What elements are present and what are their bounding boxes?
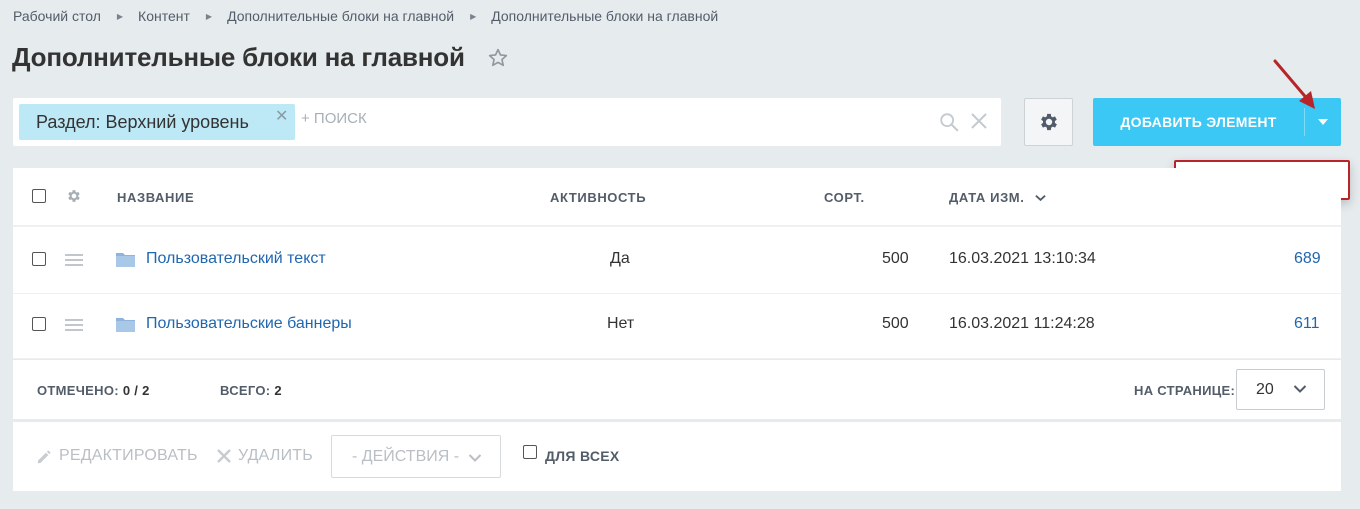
- search-input[interactable]: [301, 110, 901, 134]
- title-row: Дополнительные блоки на главной: [12, 42, 509, 73]
- chevron-down-icon: [1293, 385, 1307, 393]
- column-header-active[interactable]: АКТИВНОСТЬ: [550, 190, 646, 205]
- row-checkbox[interactable]: [32, 252, 46, 266]
- chip-close-icon[interactable]: ✕: [275, 106, 288, 126]
- grid-header: НАЗВАНИЕ АКТИВНОСТЬ СОРТ. ДАТА ИЗМ.: [13, 168, 1341, 227]
- close-icon: [217, 449, 231, 463]
- per-page-select[interactable]: 20: [1236, 369, 1325, 410]
- column-header-date[interactable]: ДАТА ИЗМ.: [949, 190, 1024, 205]
- row-active: Нет: [607, 315, 635, 332]
- per-page-value: 20: [1256, 381, 1274, 398]
- select-all-checkbox[interactable]: [32, 189, 46, 203]
- grid-footer: ОТМЕЧЕНО: 0 / 2 ВСЕГО: 2 НА СТРАНИЦЕ: 20: [13, 360, 1341, 419]
- delete-button[interactable]: УДАЛИТЬ: [216, 447, 313, 465]
- for-all-label: ДЛЯ ВСЕХ: [545, 448, 620, 464]
- drag-handle-icon[interactable]: [65, 319, 83, 331]
- data-grid: НАЗВАНИЕ АКТИВНОСТЬ СОРТ. ДАТА ИЗМ. Поль…: [13, 168, 1341, 359]
- pencil-icon: [37, 449, 51, 463]
- total-count-label: ВСЕГО:: [220, 383, 271, 398]
- filter-chip-section[interactable]: Раздел: Верхний уровень: [19, 104, 295, 140]
- filter-bar: Раздел: Верхний уровень ✕ + ПОИСК: [13, 98, 1001, 146]
- actions-select-value: - ДЕЙСТВИЯ -: [352, 448, 460, 465]
- search-icon[interactable]: [938, 111, 960, 133]
- row-sort: 500: [882, 250, 909, 267]
- total-count: ВСЕГО: 2: [220, 383, 282, 398]
- for-all-option[interactable]: ДЛЯ ВСЕХ: [523, 445, 620, 464]
- column-header-sort[interactable]: СОРТ.: [824, 190, 865, 205]
- chevron-down-icon[interactable]: [1035, 194, 1046, 202]
- selected-count: ОТМЕЧЕНО: 0 / 2: [37, 383, 150, 398]
- gear-icon: [1040, 113, 1057, 131]
- row-date: 16.03.2021 13:10:34: [949, 250, 1096, 267]
- caret-down-icon: [1318, 119, 1328, 125]
- breadcrumb-item-content[interactable]: Контент: [138, 8, 190, 24]
- star-icon[interactable]: [487, 47, 509, 69]
- row-id-link[interactable]: 689: [1294, 250, 1321, 268]
- breadcrumb-item-blocks[interactable]: Дополнительные блоки на главной: [227, 8, 454, 24]
- row-active: Да: [610, 250, 630, 267]
- row-checkbox[interactable]: [32, 317, 46, 331]
- drag-handle-icon[interactable]: [65, 254, 83, 266]
- selected-count-label: ОТМЕЧЕНО:: [37, 383, 119, 398]
- table-row[interactable]: Пользовательский текст Да 500 16.03.2021…: [13, 229, 1341, 294]
- actions-select[interactable]: - ДЕЙСТВИЯ -: [331, 435, 501, 478]
- filter-chip-label: Раздел: Верхний уровень: [36, 111, 249, 132]
- gear-icon[interactable]: [66, 188, 82, 204]
- per-page-label: НА СТРАНИЦЕ:: [1134, 383, 1236, 398]
- column-header-name[interactable]: НАЗВАНИЕ: [117, 190, 194, 205]
- row-date: 16.03.2021 11:24:28: [949, 315, 1095, 332]
- selected-count-value: 0 / 2: [122, 383, 150, 398]
- breadcrumb: Рабочий стол ▶ Контент ▶ Дополнительные …: [13, 8, 718, 24]
- folder-icon: [116, 318, 135, 332]
- row-id-link[interactable]: 611: [1294, 315, 1320, 333]
- total-count-value: 2: [274, 383, 282, 398]
- edit-button-label: РЕДАКТИРОВАТЬ: [59, 447, 198, 464]
- settings-button[interactable]: [1024, 98, 1073, 146]
- edit-button[interactable]: РЕДАКТИРОВАТЬ: [36, 447, 198, 465]
- chevron-down-icon: [468, 454, 482, 462]
- close-icon[interactable]: [969, 111, 989, 131]
- delete-button-label: УДАЛИТЬ: [238, 447, 313, 464]
- breadcrumb-item-current[interactable]: Дополнительные блоки на главной: [491, 8, 718, 24]
- breadcrumb-item-desktop[interactable]: Рабочий стол: [13, 8, 101, 24]
- table-row[interactable]: Пользовательские баннеры Нет 500 16.03.2…: [13, 294, 1341, 359]
- row-name-link[interactable]: Пользовательские баннеры: [146, 315, 352, 333]
- row-sort: 500: [882, 315, 909, 332]
- row-name-link[interactable]: Пользовательский текст: [146, 250, 326, 268]
- actions-panel: РЕДАКТИРОВАТЬ УДАЛИТЬ - ДЕЙСТВИЯ - ДЛЯ В…: [13, 422, 1341, 491]
- folder-icon: [116, 253, 135, 267]
- for-all-checkbox[interactable]: [523, 445, 537, 459]
- annotation-arrow-icon: [1273, 59, 1315, 109]
- breadcrumb-separator-icon: ▶: [116, 11, 124, 21]
- breadcrumb-separator-icon: ▶: [205, 11, 213, 21]
- page-title: Дополнительные блоки на главной: [12, 42, 465, 72]
- breadcrumb-separator-icon: ▶: [470, 11, 477, 21]
